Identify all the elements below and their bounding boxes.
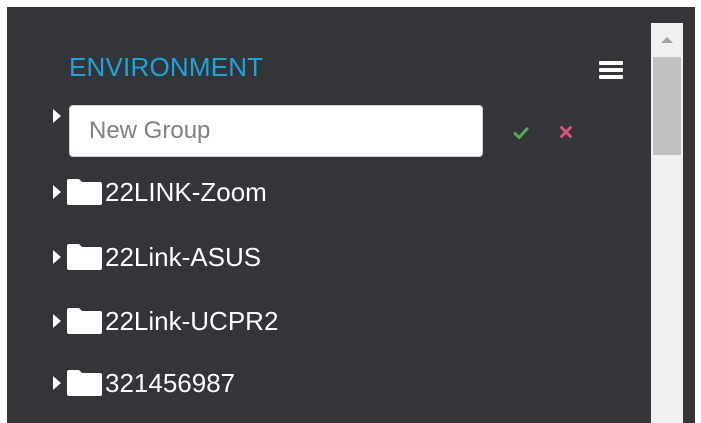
close-x-icon[interactable] [559, 125, 573, 139]
menu-bar [599, 61, 623, 65]
folder-icon [67, 244, 103, 270]
scrollbar-thumb[interactable] [653, 57, 681, 155]
vertical-scrollbar[interactable] [651, 23, 683, 423]
menu-bar [599, 75, 623, 79]
caret-right-icon[interactable] [53, 376, 61, 390]
folder-icon [67, 308, 103, 334]
caret-right-icon[interactable] [53, 314, 61, 328]
checkmark-icon[interactable] [513, 125, 529, 141]
tree-item[interactable]: 22Link-UCPR2 [53, 301, 278, 341]
tree-item-label: 22Link-UCPR2 [105, 306, 279, 336]
tree-item-label: 22LINK-Zoom [105, 177, 267, 207]
folder-icon [67, 179, 103, 205]
tree-item-label: 22Link-ASUS [105, 242, 262, 272]
new-group-input[interactable] [69, 105, 483, 157]
tree-item[interactable]: 321456987 [53, 363, 235, 403]
tree-item[interactable]: 22Link-ASUS [53, 237, 261, 277]
panel-title: ENVIRONMENT [69, 52, 264, 82]
tree-item[interactable]: 22LINK-Zoom [53, 172, 267, 212]
caret-right-icon[interactable] [53, 250, 61, 264]
folder-icon [67, 370, 103, 396]
scroll-up-arrow-icon[interactable] [661, 37, 673, 43]
menu-bar [599, 68, 623, 72]
tree-item-label: 321456987 [105, 368, 236, 398]
environment-panel: ENVIRONMENT 22LINK-Zoom 22Link-ASUS [7, 7, 695, 423]
hamburger-menu-icon[interactable] [596, 57, 626, 83]
caret-right-icon[interactable] [53, 109, 61, 123]
caret-right-icon[interactable] [53, 185, 61, 199]
